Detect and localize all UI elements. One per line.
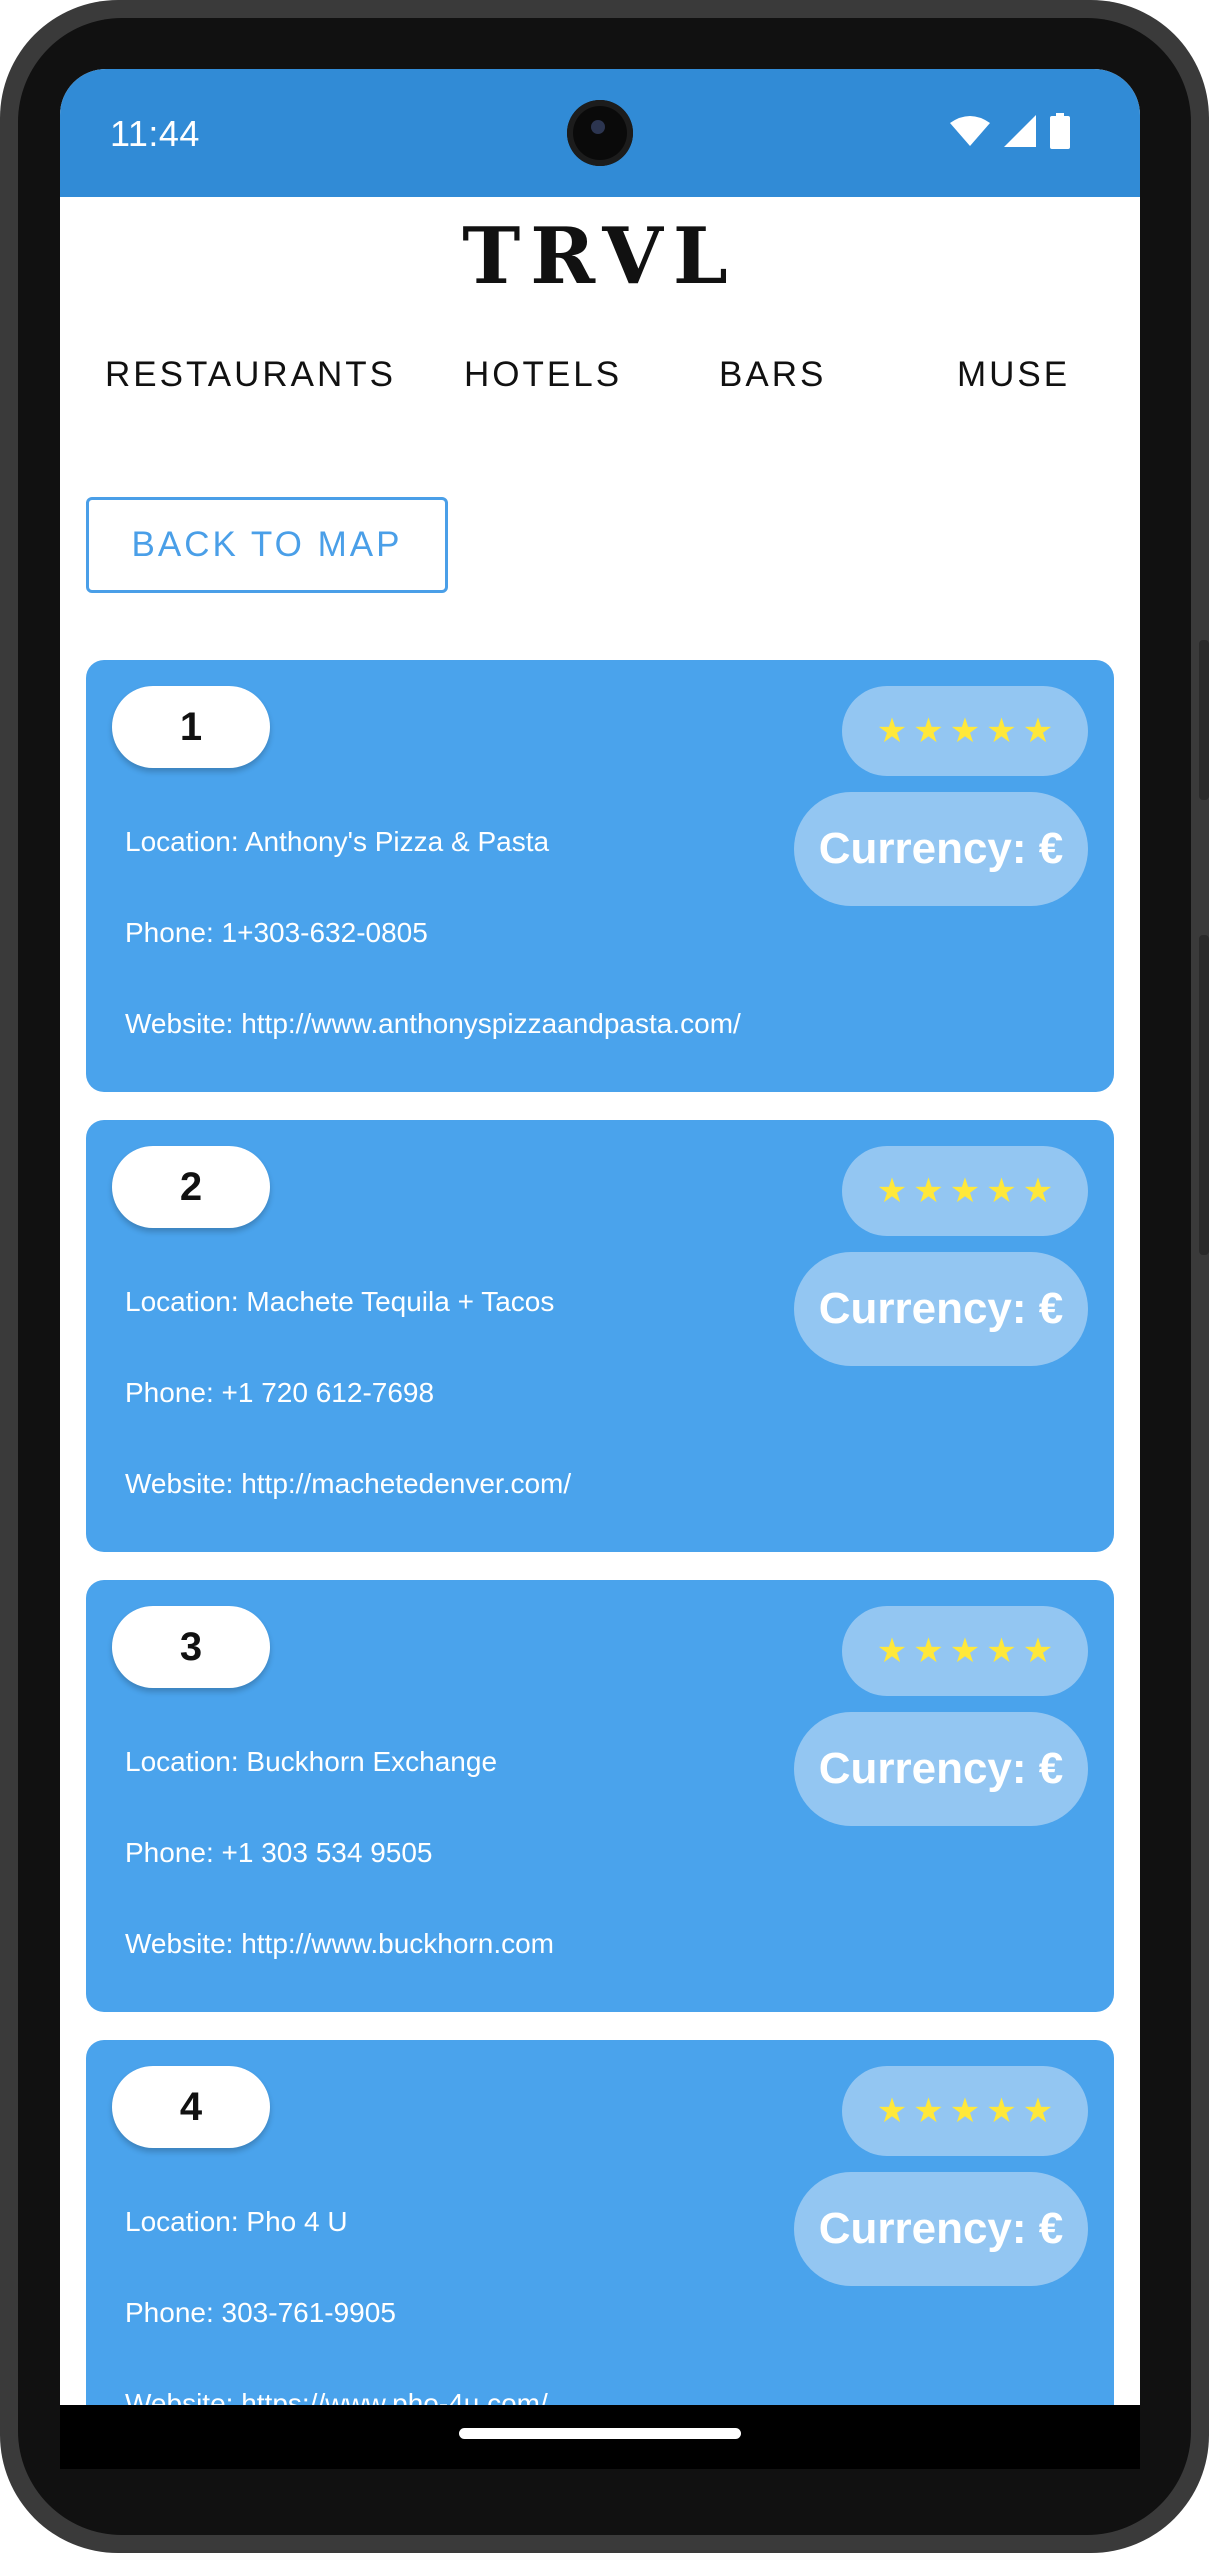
star-icon: ★ <box>986 2092 1017 2130</box>
back-to-map-button[interactable]: BACK TO MAP <box>86 497 448 593</box>
status-icons <box>950 113 1070 149</box>
card-location: Location: Machete Tequila + Tacos <box>125 1286 555 1317</box>
card-website: Website: http://www.buckhorn.com <box>125 1928 554 1959</box>
card-website: Website: http://www.anthonyspizzaandpast… <box>125 1008 741 1039</box>
category-tabs: RESTAURANTS HOTELS BARS MUSE <box>60 355 1140 425</box>
star-icon: ★ <box>949 712 981 750</box>
star-icon: ★ <box>913 712 944 750</box>
power-button <box>1199 640 1209 800</box>
card-number: 4 <box>112 2066 270 2148</box>
tab-restaurants[interactable]: RESTAURANTS <box>105 355 396 395</box>
status-bar: 11:44 <box>60 69 1140 197</box>
card-number: 3 <box>112 1606 270 1688</box>
star-icon: ★ <box>1022 712 1054 750</box>
star-icon: ★ <box>986 1632 1017 1670</box>
rating-stars: ★ ★ ★ ★ ★ <box>842 2066 1088 2156</box>
place-card[interactable]: 2 ★ ★ ★ ★ ★ Currency: € Location: Machet… <box>86 1120 1114 1552</box>
card-location: Location: Anthony's Pizza & Pasta <box>125 826 550 857</box>
card-website: Website: http://machetedenver.com/ <box>125 1468 572 1499</box>
rating-stars: ★ ★ ★ ★ ★ <box>842 1146 1088 1236</box>
card-location: Location: Buckhorn Exchange <box>125 1746 498 1777</box>
star-icon: ★ <box>876 1172 908 1210</box>
star-icon: ★ <box>1022 1172 1054 1210</box>
card-location: Location: Pho 4 U <box>125 2206 348 2237</box>
rating-stars: ★ ★ ★ ★ ★ <box>842 1606 1088 1696</box>
star-icon: ★ <box>876 1632 908 1670</box>
star-icon: ★ <box>949 1632 981 1670</box>
star-icon: ★ <box>913 1172 944 1210</box>
star-icon: ★ <box>1022 1632 1054 1670</box>
currency-badge: Currency: € <box>794 1252 1088 1366</box>
place-card[interactable]: 3 ★ ★ ★ ★ ★ Currency: € Location: Buckho… <box>86 1580 1114 2012</box>
card-number: 1 <box>112 686 270 768</box>
volume-button <box>1199 935 1209 1255</box>
star-icon: ★ <box>986 1172 1017 1210</box>
home-indicator[interactable] <box>459 2428 741 2439</box>
star-icon: ★ <box>876 712 908 750</box>
battery-icon <box>1050 113 1070 149</box>
tab-museums[interactable]: MUSE <box>957 355 1070 395</box>
phone-frame: 11:44 TRVL RESTAURANTS HOTELS BARS MUSE <box>0 0 1209 2553</box>
card-phone: Phone: +1 720 612-7698 <box>125 1377 435 1408</box>
card-phone: Phone: +1 303 534 9505 <box>125 1837 433 1868</box>
star-icon: ★ <box>986 712 1017 750</box>
status-time: 11:44 <box>110 113 200 154</box>
star-icon: ★ <box>913 2092 944 2130</box>
star-icon: ★ <box>913 1632 944 1670</box>
currency-badge: Currency: € <box>794 2172 1088 2286</box>
wifi-icon <box>950 116 990 146</box>
cell-signal-icon <box>1004 115 1036 147</box>
currency-badge: Currency: € <box>794 792 1088 906</box>
star-icon: ★ <box>1022 2092 1054 2130</box>
screen: 11:44 TRVL RESTAURANTS HOTELS BARS MUSE <box>60 69 1140 2469</box>
front-camera <box>567 100 633 166</box>
rating-stars: ★ ★ ★ ★ ★ <box>842 686 1088 776</box>
card-number: 2 <box>112 1146 270 1228</box>
star-icon: ★ <box>949 1172 981 1210</box>
star-icon: ★ <box>949 2092 981 2130</box>
currency-badge: Currency: € <box>794 1712 1088 1826</box>
tab-bars[interactable]: BARS <box>719 355 826 395</box>
tab-hotels[interactable]: HOTELS <box>464 355 622 395</box>
card-phone: Phone: 1+303-632-0805 <box>125 917 428 948</box>
star-icon: ★ <box>876 2092 908 2130</box>
card-phone: Phone: 303-761-9905 <box>125 2297 396 2328</box>
app-title: TRVL <box>462 211 738 302</box>
place-card[interactable]: 1 ★ ★ ★ ★ ★ Currency: € Location: Anthon… <box>86 660 1114 1092</box>
